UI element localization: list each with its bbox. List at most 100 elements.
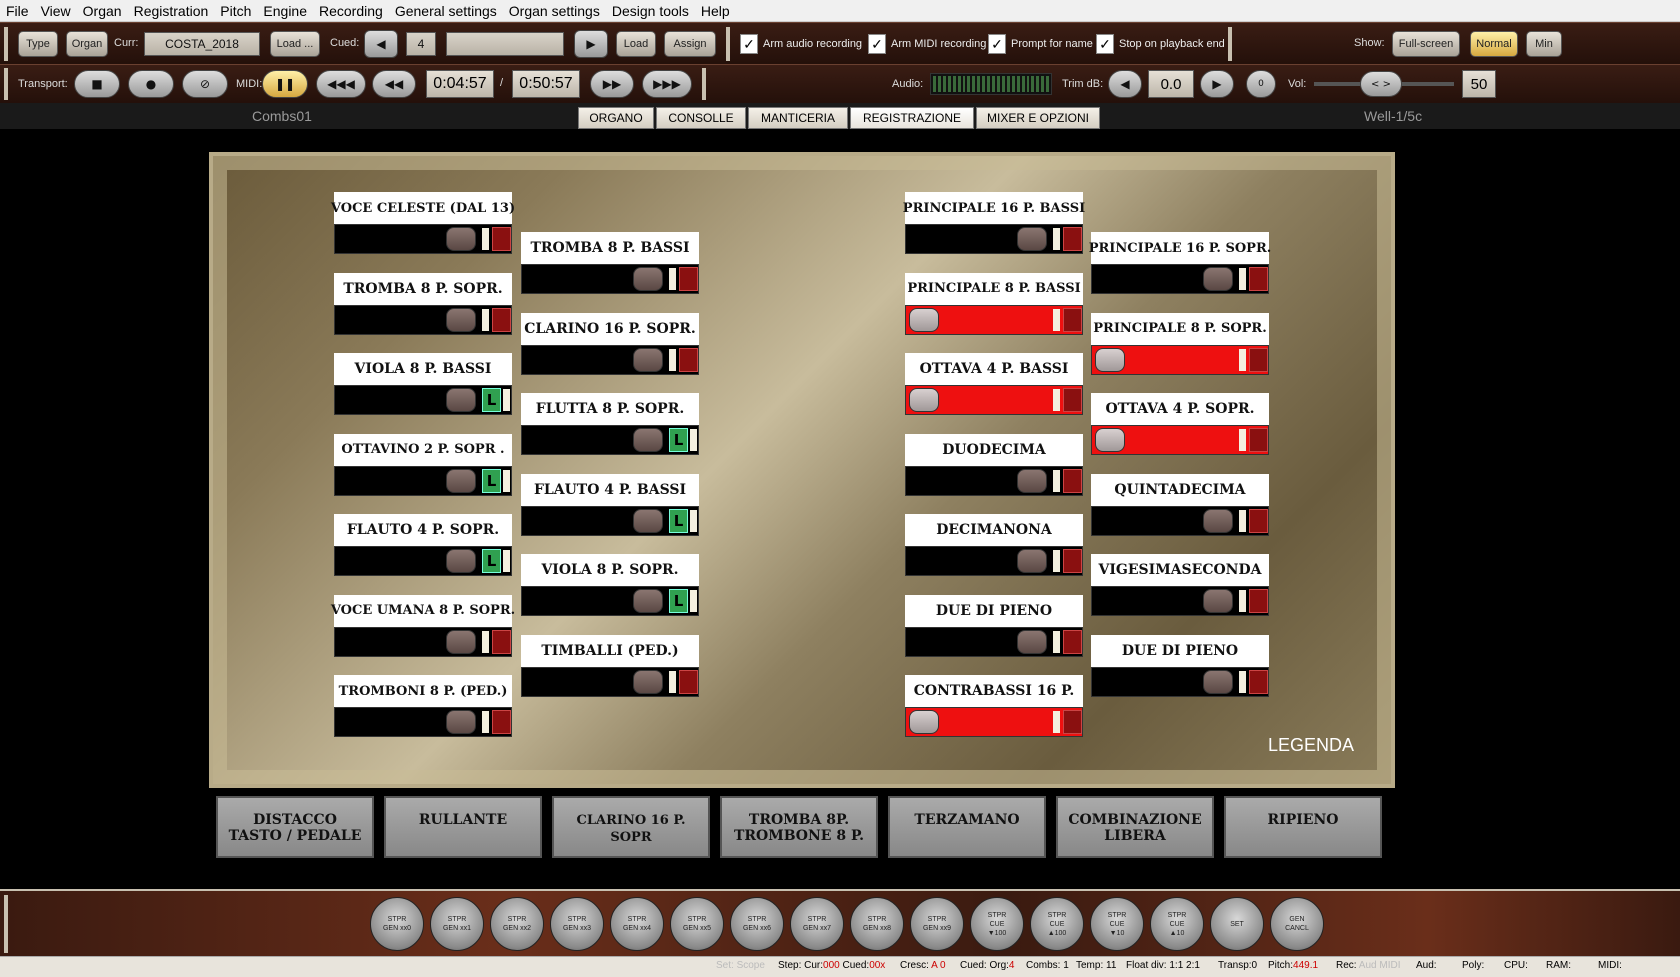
drawknob-handle[interactable] <box>1017 227 1047 251</box>
stop-drawknob-track[interactable] <box>334 224 512 254</box>
general-piston-button-11[interactable]: STPR CUE ▲100 <box>1030 897 1084 951</box>
fullscreen-button[interactable]: Full-screen <box>1392 31 1460 57</box>
general-piston-button-6[interactable]: STPR GEN xx6 <box>730 897 784 951</box>
drawknob-handle[interactable] <box>1095 428 1125 452</box>
stop-14[interactable]: PRINCIPALE 8 P. BASSI <box>905 272 1083 337</box>
stop-indicator-red[interactable] <box>1063 629 1082 654</box>
stop-25[interactable]: DUE DI PIENO <box>1091 634 1269 699</box>
drawknob-handle[interactable] <box>633 589 663 613</box>
stop-15[interactable]: OTTAVA 4 P. BASSI <box>905 353 1083 417</box>
prompt-for-name-checkbox[interactable]: ✓ Prompt for name <box>988 32 1093 56</box>
current-combination-field[interactable]: COSTA_2018 <box>144 32 260 56</box>
stop-indicator-red[interactable] <box>1063 307 1082 332</box>
general-piston-button-2[interactable]: STPR GEN xx2 <box>490 897 544 951</box>
stop-drawknob-track[interactable] <box>905 385 1083 415</box>
drawknob-handle[interactable] <box>1203 669 1233 694</box>
stop-indicator-red[interactable] <box>492 227 511 251</box>
drawknob-handle[interactable] <box>1203 267 1233 291</box>
stop-drawknob-track[interactable]: L <box>521 586 699 616</box>
menu-registration[interactable]: Registration <box>128 0 215 22</box>
drawknob-handle[interactable] <box>1203 508 1233 533</box>
stop-16[interactable]: DUODECIMA <box>905 433 1083 498</box>
stop-21[interactable]: PRINCIPALE 8 P. SOPR. <box>1091 312 1269 377</box>
stop-3[interactable]: OTTAVINO 2 P. SOPR .L <box>334 433 512 498</box>
stop-indicator-red[interactable] <box>1063 468 1082 493</box>
general-piston-button-15[interactable]: GEN CANCL <box>1270 897 1324 951</box>
drawknob-handle[interactable] <box>633 669 663 694</box>
stop-drawknob-track[interactable] <box>1091 344 1269 375</box>
assign-button[interactable]: Assign <box>664 31 716 57</box>
stop-drawknob-track[interactable] <box>1091 264 1269 294</box>
drawknob-handle[interactable] <box>446 388 476 412</box>
piston-rullante[interactable]: RULLANTE <box>384 796 542 858</box>
general-piston-button-8[interactable]: STPR GEN xx8 <box>850 897 904 951</box>
lock-indicator-icon[interactable]: L <box>669 589 688 613</box>
stop-indicator-red[interactable] <box>492 629 511 654</box>
stop-drawknob-track[interactable] <box>905 626 1083 657</box>
stop-10[interactable]: FLAUTO 4 P. BASSI L <box>521 473 699 538</box>
drawknob-handle[interactable] <box>633 508 663 533</box>
piston-ripieno[interactable]: RIPIENO <box>1224 796 1382 858</box>
stop-indicator-red[interactable] <box>1249 669 1268 694</box>
stop-drawknob-track[interactable] <box>905 546 1083 576</box>
stop-indicator-red[interactable] <box>1249 508 1268 533</box>
stop-drawknob-track[interactable] <box>1091 505 1269 536</box>
stop-4[interactable]: FLAUTO 4 P. SOPR. L <box>334 514 512 578</box>
tab-consolle[interactable]: CONSOLLE <box>656 107 746 129</box>
piston-clarino[interactable]: CLARINO 16 P. SOPR <box>552 796 710 858</box>
stop-indicator-red[interactable] <box>492 307 511 332</box>
pause-button[interactable]: ❚❚ <box>262 70 308 98</box>
organ-button[interactable]: Organ <box>66 31 108 57</box>
drawknob-handle[interactable] <box>633 347 663 372</box>
stop-9[interactable]: FLUTTA 8 P. SOPR. L <box>521 393 699 457</box>
drawknob-handle[interactable] <box>446 227 476 251</box>
drawknob-handle[interactable] <box>909 710 939 734</box>
stop-1[interactable]: TROMBA 8 P. SOPR. <box>334 272 512 337</box>
load-button[interactable]: Load <box>616 31 656 57</box>
piston-terzamano[interactable]: TERZAMANO <box>888 796 1046 858</box>
trim-reset-button[interactable]: 0 <box>1246 70 1276 98</box>
load-dots-button[interactable]: Load ... <box>270 31 320 57</box>
stop-24[interactable]: VIGESIMASECONDA <box>1091 554 1269 618</box>
stop-drawknob-track[interactable]: L <box>521 505 699 536</box>
stop-drawknob-track[interactable] <box>905 465 1083 496</box>
menu-design-tools[interactable]: Design tools <box>606 0 695 22</box>
stop-0[interactable]: VOCE CELESTE (DAL 13) <box>331 192 515 256</box>
menu-file[interactable]: File <box>0 0 35 22</box>
stop-drawknob-track[interactable] <box>334 304 512 335</box>
stop-6[interactable]: TROMBONI 8 P. (PED.) <box>334 675 512 739</box>
general-piston-button-1[interactable]: STPR GEN xx1 <box>430 897 484 951</box>
cued-name-field[interactable] <box>446 32 564 56</box>
stop-drawknob-track[interactable] <box>521 264 699 294</box>
stop-17[interactable]: DECIMANONA <box>905 514 1083 578</box>
fast-forward-button[interactable]: ▶▶ <box>590 70 634 98</box>
drawknob-handle[interactable] <box>633 267 663 291</box>
menu-recording[interactable]: Recording <box>313 0 389 22</box>
normal-view-button[interactable]: Normal <box>1470 31 1518 57</box>
tab-organo[interactable]: ORGANO <box>578 107 654 129</box>
general-piston-button-5[interactable]: STPR GEN xx5 <box>670 897 724 951</box>
general-piston-button-12[interactable]: STPR CUE ▼10 <box>1090 897 1144 951</box>
record-button[interactable]: ● <box>128 70 174 98</box>
stop-drawknob-track[interactable] <box>1091 666 1269 697</box>
trim-up-button[interactable]: ▶ <box>1200 70 1234 98</box>
tab-manticeria[interactable]: MANTICERIA <box>748 107 848 129</box>
general-piston-button-4[interactable]: STPR GEN xx4 <box>610 897 664 951</box>
drawknob-handle[interactable] <box>1017 629 1047 654</box>
stop-18[interactable]: DUE DI PIENO <box>905 594 1083 659</box>
stop-indicator-red[interactable] <box>1249 347 1268 372</box>
stop-drawknob-track[interactable] <box>334 707 512 737</box>
general-piston-button-0[interactable]: STPR GEN xx0 <box>370 897 424 951</box>
min-view-button[interactable]: Min <box>1526 31 1562 57</box>
menu-organ-settings[interactable]: Organ settings <box>503 0 606 22</box>
stop-drawknob-track[interactable] <box>334 626 512 657</box>
trim-down-button[interactable]: ◀ <box>1108 70 1142 98</box>
drawknob-handle[interactable] <box>909 307 939 332</box>
drawknob-handle[interactable] <box>446 710 476 734</box>
drawknob-handle[interactable] <box>1203 589 1233 613</box>
stop-20[interactable]: PRINCIPALE 16 P. SOPR. <box>1089 232 1271 296</box>
tab-mixer-e-opzioni[interactable]: MIXER E OPZIONI <box>976 107 1100 129</box>
stop-indicator-red[interactable] <box>1063 388 1082 412</box>
arm-audio-recording-checkbox[interactable]: ✓ Arm audio recording <box>740 32 862 56</box>
toolbar-grip[interactable] <box>4 68 8 100</box>
